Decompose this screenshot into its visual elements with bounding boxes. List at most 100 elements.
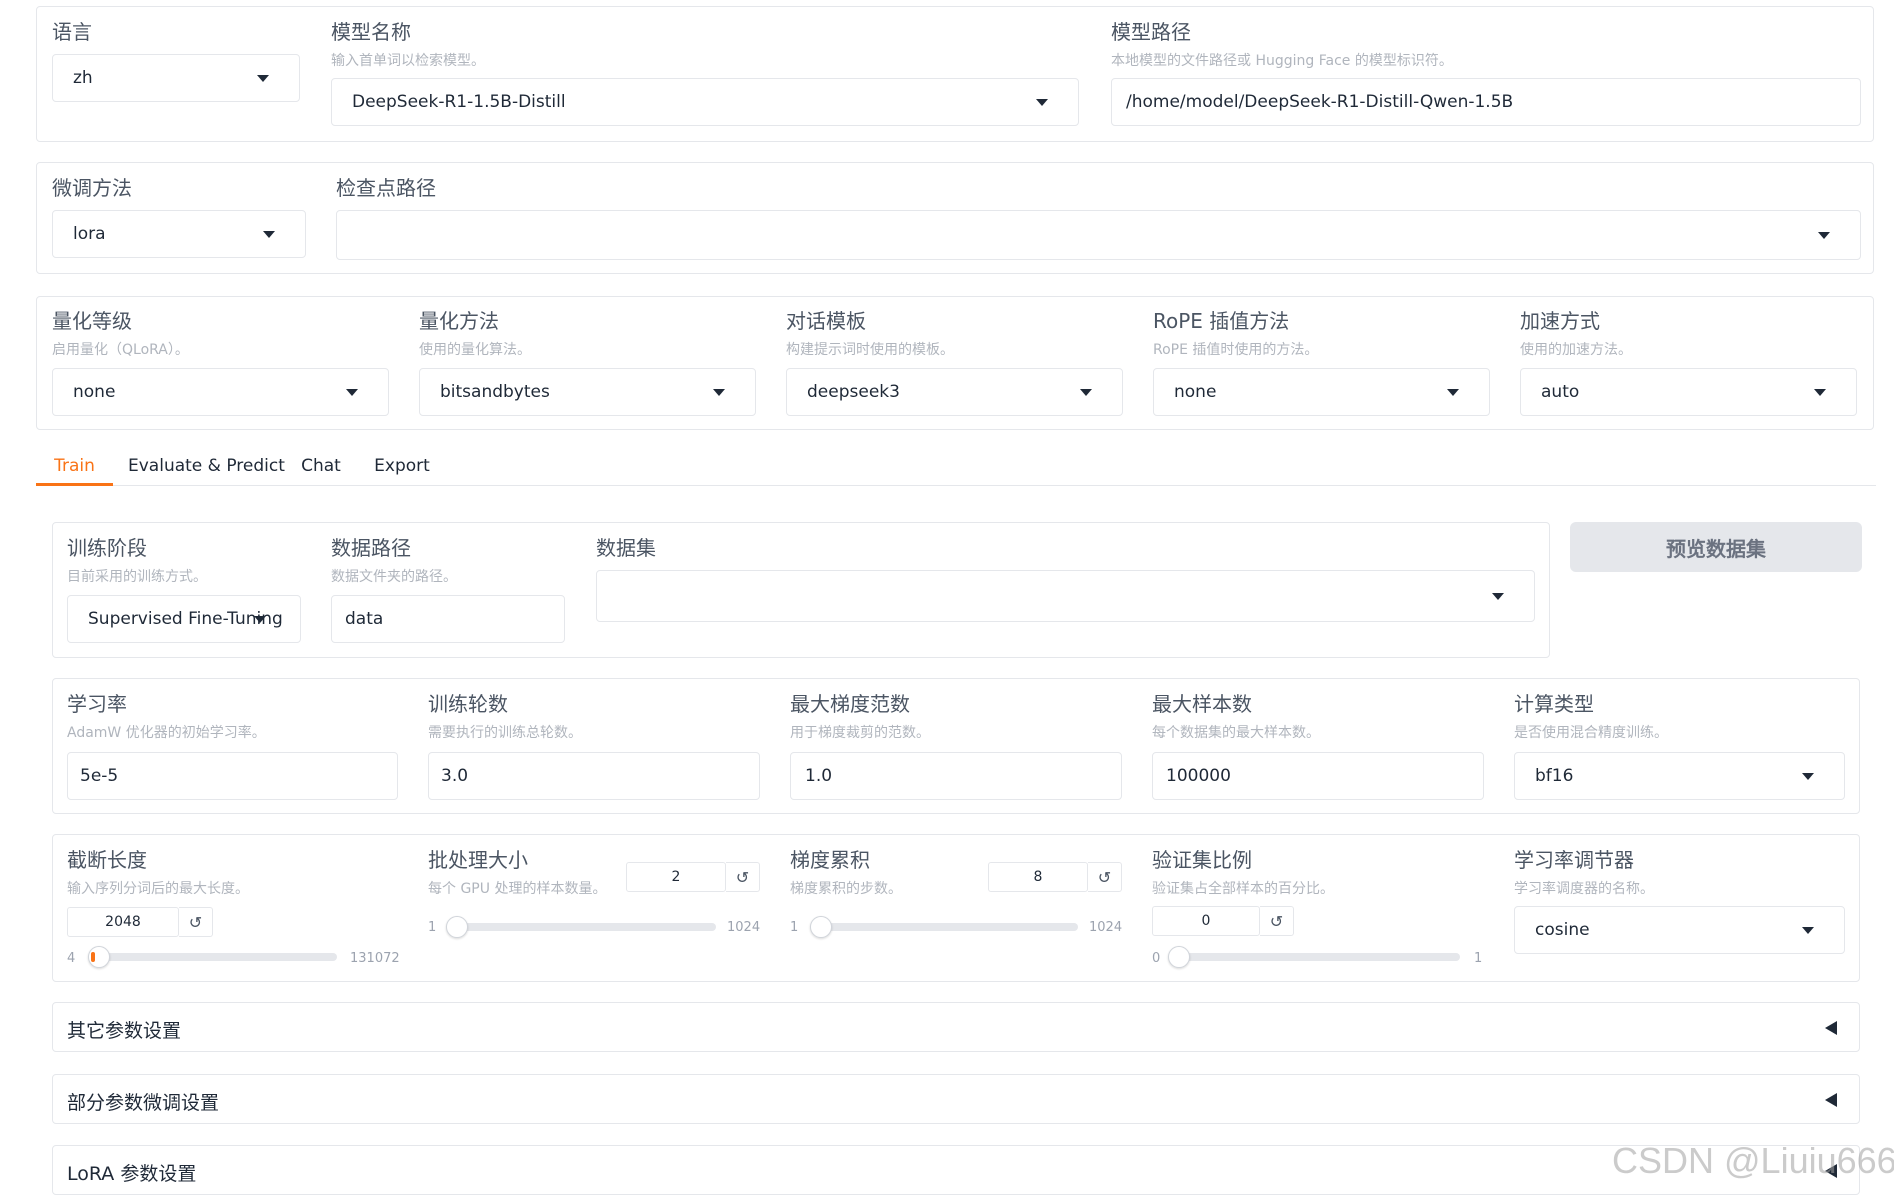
- quant-method-info: 使用的量化算法。: [419, 342, 531, 358]
- lr-scheduler-label: 学习率调节器: [1514, 848, 1634, 872]
- quant-method-field: 量化方法 使用的量化算法。: [419, 309, 531, 359]
- cutoff-len-info: 输入序列分词后的最大长度。: [67, 881, 249, 897]
- preview-dataset-button[interactable]: 预览数据集: [1570, 522, 1862, 572]
- grad-accum-min: 1: [790, 920, 799, 935]
- model-path-input[interactable]: /home/model/DeepSeek-R1-Distill-Qwen-1.5…: [1111, 78, 1861, 126]
- tab-evaluate-predict[interactable]: Evaluate & Predict: [128, 452, 285, 486]
- tab-export[interactable]: Export: [372, 452, 432, 486]
- quant-bit-info: 启用量化（QLoRA）。: [52, 342, 189, 358]
- max-samples-label: 最大样本数: [1152, 692, 1252, 716]
- language-select[interactable]: zh: [52, 54, 300, 102]
- epochs-input[interactable]: 3.0: [428, 752, 760, 800]
- batch-size-min: 1: [428, 920, 437, 935]
- compute-type-select[interactable]: bf16: [1514, 752, 1845, 800]
- template-select[interactable]: deepseek3: [786, 368, 1123, 416]
- max-grad-norm-info: 用于梯度裁剪的范数。: [790, 725, 930, 741]
- dataset-dir-field: 数据路径 数据文件夹的路径。: [331, 536, 457, 586]
- cutoff-len-slider-handle[interactable]: [87, 946, 110, 968]
- max-samples-input[interactable]: 100000: [1152, 752, 1484, 800]
- booster-value: auto: [1541, 382, 1580, 402]
- checkpoint-select[interactable]: [336, 210, 1861, 260]
- quant-bit-label: 量化等级: [52, 309, 132, 333]
- val-size-info: 验证集占全部样本的百分比。: [1152, 881, 1334, 897]
- grad-accum-label: 梯度累积: [790, 848, 870, 872]
- template-value: deepseek3: [807, 382, 900, 402]
- checkpoint-field: 检查点路径: [336, 176, 436, 200]
- dataset-select[interactable]: [596, 570, 1535, 622]
- grad-accum-info: 梯度累积的步数。: [790, 881, 902, 897]
- finetune-method-label: 微调方法: [52, 176, 132, 200]
- quant-method-label: 量化方法: [419, 309, 499, 333]
- quant-method-select[interactable]: bitsandbytes: [419, 368, 756, 416]
- lr-scheduler-field: 学习率调节器 学习率调度器的名称。: [1514, 848, 1654, 898]
- language-label: 语言: [52, 20, 92, 44]
- lr-scheduler-select[interactable]: cosine: [1514, 906, 1845, 954]
- tab-train[interactable]: Train: [36, 452, 113, 486]
- batch-size-reset-icon[interactable]: ↺: [726, 862, 760, 892]
- accordion-freeze-params[interactable]: 部分参数微调设置: [52, 1074, 1860, 1124]
- max-samples-info: 每个数据集的最大样本数。: [1152, 725, 1320, 741]
- epochs-field: 训练轮数 需要执行的训练总轮数。: [428, 692, 582, 742]
- val-size-slider-handle[interactable]: [1168, 946, 1190, 968]
- chevron-down-icon: [254, 616, 266, 623]
- stage-info: 目前采用的训练方式。: [67, 569, 207, 585]
- quant-bit-select[interactable]: none: [52, 368, 389, 416]
- cutoff-len-number[interactable]: 2048: [67, 907, 179, 937]
- grad-accum-field: 梯度累积 梯度累积的步数。: [790, 848, 902, 898]
- template-field: 对话模板 构建提示词时使用的模板。: [786, 309, 954, 359]
- max-grad-norm-input[interactable]: 1.0: [790, 752, 1122, 800]
- chevron-down-icon: [1814, 389, 1826, 396]
- learning-rate-input[interactable]: 5e-5: [67, 752, 398, 800]
- compute-type-label: 计算类型: [1514, 692, 1594, 716]
- grad-accum-reset-icon[interactable]: ↺: [1088, 862, 1122, 892]
- chevron-down-icon: [1802, 927, 1814, 934]
- accordion-lora-params[interactable]: LoRA 参数设置: [52, 1145, 1860, 1195]
- rope-select[interactable]: none: [1153, 368, 1490, 416]
- grad-accum-track[interactable]: [812, 923, 1078, 931]
- val-size-track[interactable]: [1172, 953, 1460, 961]
- compute-type-info: 是否使用混合精度训练。: [1514, 725, 1668, 741]
- dataset-dir-info: 数据文件夹的路径。: [331, 569, 457, 585]
- val-size-reset-icon[interactable]: ↺: [1260, 906, 1294, 936]
- chevron-down-icon: [1818, 232, 1830, 239]
- tab-chat[interactable]: Chat: [298, 452, 344, 486]
- dataset-dir-input[interactable]: data: [331, 595, 565, 643]
- val-size-field: 验证集比例 验证集占全部样本的百分比。: [1152, 848, 1334, 898]
- batch-size-track[interactable]: [450, 923, 716, 931]
- val-size-number[interactable]: 0: [1152, 906, 1260, 936]
- finetune-method-value: lora: [73, 224, 106, 244]
- epochs-label: 训练轮数: [428, 692, 508, 716]
- rope-info: RoPE 插值时使用的方法。: [1153, 342, 1319, 358]
- accordion-other-params[interactable]: 其它参数设置: [52, 1002, 1860, 1052]
- model-name-select[interactable]: DeepSeek-R1-1.5B-Distill: [331, 78, 1079, 126]
- stage-select[interactable]: Supervised Fine-Tuning: [67, 595, 301, 643]
- rope-label: RoPE 插值方法: [1153, 309, 1290, 333]
- batch-size-label: 批处理大小: [428, 848, 528, 872]
- max-samples-value: 100000: [1166, 766, 1231, 786]
- rope-value: none: [1174, 382, 1217, 402]
- dataset-label: 数据集: [596, 536, 656, 560]
- accordion-freeze-params-label: 部分参数微调设置: [67, 1092, 220, 1114]
- batch-size-field: 批处理大小 每个 GPU 处理的样本数量。: [428, 848, 606, 898]
- grad-accum-slider-handle[interactable]: [809, 916, 832, 938]
- dataset-dir-value: data: [345, 609, 384, 629]
- booster-select[interactable]: auto: [1520, 368, 1857, 416]
- cutoff-len-track[interactable]: [88, 953, 337, 961]
- cutoff-len-reset-icon[interactable]: ↺: [179, 907, 213, 937]
- booster-info: 使用的加速方法。: [1520, 342, 1632, 358]
- model-name-value: DeepSeek-R1-1.5B-Distill: [352, 92, 566, 112]
- model-name-label: 模型名称: [331, 20, 411, 44]
- max-samples-field: 最大样本数 每个数据集的最大样本数。: [1152, 692, 1320, 742]
- quant-bit-value: none: [73, 382, 116, 402]
- language-field: 语言: [52, 20, 92, 44]
- stage-label: 训练阶段: [67, 536, 147, 560]
- grad-accum-number[interactable]: 8: [988, 862, 1088, 892]
- finetune-method-select[interactable]: lora: [52, 210, 306, 258]
- template-info: 构建提示词时使用的模板。: [786, 342, 954, 358]
- model-path-value: /home/model/DeepSeek-R1-Distill-Qwen-1.5…: [1126, 92, 1514, 112]
- batch-size-number[interactable]: 2: [626, 862, 726, 892]
- model-path-field: 模型路径 本地模型的文件路径或 Hugging Face 的模型标识符。: [1111, 20, 1453, 70]
- booster-field: 加速方式 使用的加速方法。: [1520, 309, 1632, 359]
- watermark: CSDN @Liuiu666: [1612, 1140, 1894, 1181]
- compute-type-field: 计算类型 是否使用混合精度训练。: [1514, 692, 1668, 742]
